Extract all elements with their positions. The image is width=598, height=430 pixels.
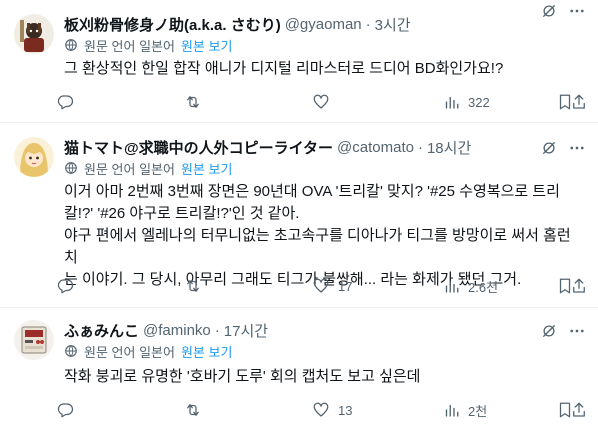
more-options-icon[interactable] xyxy=(568,2,586,20)
translation-source-label: 원문 언어 일본어 xyxy=(84,38,175,54)
tweet-text: 그 환상적인 한일 합작 애니가 디지털 리마스터로 드디어 BD화인가요!? xyxy=(64,60,504,77)
avatar[interactable] xyxy=(14,137,54,177)
separator-dot: · xyxy=(214,321,220,339)
separator-dot: · xyxy=(365,15,371,33)
user-handle[interactable]: @catomato xyxy=(337,139,414,156)
timestamp[interactable]: 3시간 xyxy=(375,14,411,35)
view-original-link[interactable]: 원본 보기 xyxy=(181,159,232,178)
views-count: 2천 xyxy=(468,403,488,419)
reply-icon xyxy=(57,279,74,294)
view-original-link[interactable]: 원본 보기 xyxy=(181,342,232,361)
retweet-button[interactable] xyxy=(184,399,202,421)
tweet[interactable]: 猫トマト@求職中の人外コピーライター @catomato · 18시간 원문 언… xyxy=(0,123,598,308)
like-button[interactable]: 17 xyxy=(312,275,352,297)
translation-note: 원문 언어 일본어 원본 보기 xyxy=(64,159,232,177)
views-icon xyxy=(445,280,459,293)
display-name[interactable]: 板刈粉骨修身ノ助(a.k.a. さむり) xyxy=(64,14,281,35)
retweet-icon xyxy=(187,280,199,292)
more-options-icon[interactable] xyxy=(568,322,586,340)
heart-icon xyxy=(313,94,329,109)
translation-source-label: 원문 언어 일본어 xyxy=(84,344,175,360)
views-button[interactable]: 2.6천 xyxy=(442,275,498,297)
views-button[interactable]: 2천 xyxy=(442,399,487,421)
likes-count: 13 xyxy=(338,402,353,418)
likes-count: 17 xyxy=(338,278,353,294)
timestamp[interactable]: 18시간 xyxy=(427,137,471,158)
separator-dot: · xyxy=(417,138,423,156)
action-bar: 322 xyxy=(56,91,590,113)
grok-icon[interactable] xyxy=(540,139,558,157)
share-button[interactable] xyxy=(570,91,588,113)
avatar-image xyxy=(14,14,54,54)
tweet-header: 猫トマト@求職中の人外コピーライター @catomato · 18시간 xyxy=(64,137,586,157)
avatar-image xyxy=(14,137,54,177)
share-button[interactable] xyxy=(570,399,588,421)
tweet[interactable]: ふぁみんこ @faminko · 17시간 원문 언어 일본어 원본 보기 작화… xyxy=(0,308,598,430)
reply-button[interactable] xyxy=(56,275,74,297)
avatar-image xyxy=(14,320,54,360)
retweet-icon xyxy=(187,404,199,416)
grok-icon[interactable] xyxy=(540,2,558,20)
like-button[interactable]: 13 xyxy=(312,399,352,421)
retweet-icon xyxy=(187,96,199,108)
translation-note: 원문 언어 일본어 원본 보기 xyxy=(64,36,232,54)
reply-icon xyxy=(57,403,74,418)
retweet-button[interactable] xyxy=(184,91,202,113)
avatar[interactable] xyxy=(14,320,54,360)
heart-icon xyxy=(313,402,329,417)
globe-icon xyxy=(65,345,77,357)
reply-button[interactable] xyxy=(56,91,74,113)
timestamp[interactable]: 17시간 xyxy=(224,320,268,341)
tweet-text: 작화 붕괴로 유명한 '호바기 도루' 회의 캡처도 보고 싶은데 xyxy=(64,368,421,385)
views-icon xyxy=(445,404,459,417)
globe-icon xyxy=(65,162,77,174)
views-count: 2.6천 xyxy=(468,279,499,295)
avatar[interactable] xyxy=(14,14,54,54)
views-button[interactable]: 322 xyxy=(442,91,490,113)
heart-icon xyxy=(313,278,329,293)
reply-icon xyxy=(57,95,74,110)
view-original-link[interactable]: 원본 보기 xyxy=(181,36,232,55)
tweet-header: ふぁみんこ @faminko · 17시간 xyxy=(64,320,586,340)
reply-button[interactable] xyxy=(56,399,74,421)
translation-note: 원문 언어 일본어 원본 보기 xyxy=(64,342,232,360)
retweet-button[interactable] xyxy=(184,275,202,297)
user-handle[interactable]: @faminko xyxy=(143,322,211,339)
more-options-icon[interactable] xyxy=(568,139,586,157)
display-name[interactable]: 猫トマト@求職中の人外コピーライター xyxy=(64,137,333,158)
action-bar: 17 2.6천 xyxy=(56,275,590,297)
share-icon xyxy=(573,402,585,417)
share-button[interactable] xyxy=(570,275,588,297)
views-icon xyxy=(445,96,459,109)
share-icon xyxy=(573,94,585,109)
user-handle[interactable]: @gyaoman xyxy=(285,16,362,33)
views-count: 322 xyxy=(468,94,490,110)
display-name[interactable]: ふぁみんこ xyxy=(64,320,139,341)
translation-source-label: 원문 언어 일본어 xyxy=(84,161,175,177)
tweet[interactable]: 板刈粉骨修身ノ助(a.k.a. さむり) @gyaoman · 3시간 원문 언… xyxy=(0,0,598,123)
grok-icon[interactable] xyxy=(540,322,558,340)
like-button[interactable] xyxy=(312,91,330,113)
globe-icon xyxy=(65,39,77,51)
share-icon xyxy=(573,278,585,293)
tweet-header: 板刈粉骨修身ノ助(a.k.a. さむり) @gyaoman · 3시간 xyxy=(64,14,586,34)
action-bar: 13 2천 xyxy=(56,399,590,421)
